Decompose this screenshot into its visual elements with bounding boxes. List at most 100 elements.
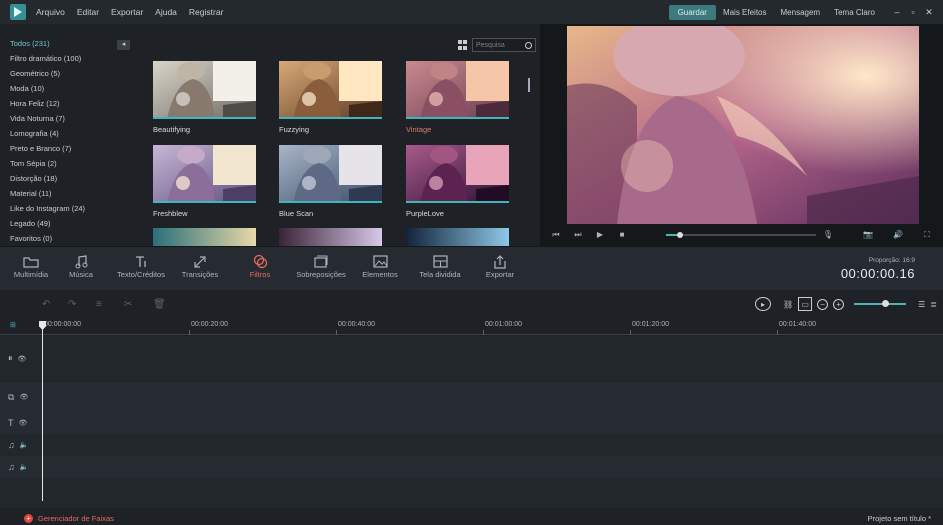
playback-progress[interactable] bbox=[666, 232, 816, 238]
tool-exportar[interactable]: Exportar bbox=[480, 253, 520, 279]
filter-tile-blue-scan[interactable]: Blue Scan bbox=[279, 145, 382, 218]
link-icon[interactable]: ⛓ bbox=[783, 297, 793, 311]
grid-view-icon[interactable] bbox=[458, 40, 468, 50]
progress-knob[interactable] bbox=[677, 232, 683, 238]
app-logo-icon bbox=[10, 4, 26, 20]
filter-label: Beautifying bbox=[153, 125, 191, 134]
menu-ajuda[interactable]: Ajuda bbox=[155, 7, 177, 17]
track-header: ⧉ 👁 bbox=[0, 382, 42, 412]
tool-texto-creditos[interactable]: Texto/Créditos bbox=[110, 253, 172, 279]
mute-icon[interactable]: 🔈 bbox=[20, 463, 29, 471]
save-button[interactable]: Guardar bbox=[668, 4, 716, 20]
video-track[interactable]: ⏸ 👁 bbox=[0, 336, 943, 381]
filter-label: PurpleLove bbox=[406, 209, 444, 218]
close-icon[interactable]: ✕ bbox=[921, 7, 937, 18]
more-effects-link[interactable]: Mais Efeitos bbox=[723, 8, 767, 17]
delete-icon[interactable]: 🗑 bbox=[153, 299, 166, 310]
tool-filtros[interactable]: Filtros bbox=[240, 253, 280, 279]
tool-sobreposicoes[interactable]: Sobreposições bbox=[290, 253, 352, 279]
ruler-lock-icon[interactable]: ⊞ bbox=[10, 321, 16, 329]
audio-track-1[interactable]: ♫ 🔈 bbox=[0, 434, 943, 456]
category-item[interactable]: Preto e Branco (7) bbox=[10, 143, 140, 158]
timecode: 00:00:00.16 bbox=[840, 266, 915, 281]
category-item[interactable]: Geométrico (5) bbox=[10, 68, 140, 83]
menu-editar[interactable]: Editar bbox=[77, 7, 99, 17]
tool-transicoes[interactable]: Transições bbox=[178, 253, 222, 279]
overlay-track[interactable]: ⧉ 👁 bbox=[0, 382, 943, 412]
visibility-icon[interactable]: 👁 bbox=[18, 355, 27, 363]
zoom-in-icon[interactable]: + bbox=[833, 298, 845, 310]
snap-icon[interactable]: ▭ bbox=[798, 297, 813, 311]
category-item[interactable]: Like do Instagram (24) bbox=[10, 203, 140, 218]
tool-elementos[interactable]: Elementos bbox=[358, 253, 402, 279]
filter-tile-freshblew[interactable]: Freshblew bbox=[153, 145, 256, 218]
search-input[interactable]: Pesquisa bbox=[472, 38, 536, 52]
category-item[interactable]: Hora Feliz (12) bbox=[10, 98, 140, 113]
snapshot-icon[interactable]: 📷 bbox=[862, 230, 874, 240]
category-item[interactable]: Tom Sépia (2) bbox=[10, 158, 140, 173]
theme-toggle[interactable]: Tema Claro bbox=[834, 8, 875, 17]
track-body[interactable] bbox=[42, 336, 943, 381]
zoom-out-icon[interactable]: − bbox=[817, 298, 829, 310]
track-body[interactable] bbox=[42, 456, 943, 478]
message-link[interactable]: Mensagem bbox=[781, 8, 821, 17]
zoom-knob[interactable] bbox=[882, 300, 890, 307]
audio-track-2[interactable]: ♫ 🔈 bbox=[0, 456, 943, 478]
undo-icon[interactable]: ↶ bbox=[42, 299, 50, 310]
category-item[interactable]: Vida Noturna (7) bbox=[10, 113, 140, 128]
category-item[interactable]: Legado (49) bbox=[10, 218, 140, 233]
playhead[interactable] bbox=[42, 321, 43, 501]
tool-musica[interactable]: Música bbox=[61, 253, 101, 279]
play-icon[interactable]: ▶ bbox=[594, 230, 606, 240]
filter-tile-vintage[interactable]: Vintage bbox=[406, 61, 509, 134]
maximize-icon[interactable]: ▫ bbox=[905, 7, 921, 18]
mute-icon[interactable]: 🔈 bbox=[20, 441, 29, 449]
tool-label: Sobreposições bbox=[296, 270, 346, 279]
fullscreen-icon[interactable]: ⛶ bbox=[921, 230, 933, 240]
visibility-icon[interactable]: 👁 bbox=[19, 419, 28, 427]
tool-multimidia[interactable]: Multimídia bbox=[10, 253, 52, 279]
collapse-panel-icon[interactable]: ◂ bbox=[117, 40, 130, 50]
volume-icon[interactable]: 🔊 bbox=[892, 230, 904, 240]
category-item[interactable]: Lomografia (4) bbox=[10, 128, 140, 143]
filter-tile-partial[interactable] bbox=[279, 228, 382, 246]
track-body[interactable] bbox=[42, 434, 943, 456]
video-editor-window: Arquivo Editar Exportar Ajuda Registrar … bbox=[0, 0, 943, 525]
menu-arquivo[interactable]: Arquivo bbox=[36, 7, 65, 17]
search-icon[interactable] bbox=[525, 41, 532, 49]
filter-tile-beautifying[interactable]: Beautifying bbox=[153, 61, 256, 134]
filter-tile-purplelove[interactable]: PurpleLove bbox=[406, 145, 509, 218]
category-item[interactable]: Moda (10) bbox=[10, 83, 140, 98]
empty-track-area[interactable] bbox=[0, 478, 943, 508]
step-back-icon[interactable]: ⏭ bbox=[572, 230, 584, 240]
filter-tile-partial[interactable] bbox=[153, 228, 256, 246]
minimize-icon[interactable]: – bbox=[889, 7, 905, 18]
list-view-icon[interactable]: ≣ bbox=[930, 297, 937, 311]
visibility-icon[interactable]: 👁 bbox=[19, 393, 28, 401]
filter-tile-partial[interactable] bbox=[406, 228, 509, 246]
text-track[interactable]: T 👁 bbox=[0, 412, 943, 434]
track-body[interactable] bbox=[42, 412, 943, 434]
cut-icon[interactable]: ✂ bbox=[124, 299, 132, 310]
menu-registrar[interactable]: Registrar bbox=[189, 7, 223, 17]
category-item[interactable]: Material (11) bbox=[10, 188, 140, 203]
list-icon[interactable]: ≡ bbox=[96, 299, 102, 310]
category-item[interactable]: Filtro dramático (100) bbox=[10, 53, 140, 68]
category-item[interactable]: Distorção (18) bbox=[10, 173, 140, 188]
zoom-slider[interactable] bbox=[854, 300, 907, 307]
filter-tile-fuzzying[interactable]: Fuzzying bbox=[279, 61, 382, 134]
skip-back-icon[interactable]: ⏮ bbox=[550, 230, 562, 240]
tool-tela-dividida[interactable]: Tela dividida bbox=[414, 253, 466, 279]
menu-exportar[interactable]: Exportar bbox=[111, 7, 143, 17]
microphone-icon[interactable]: 🎙 bbox=[822, 230, 834, 240]
track-header: ♫ 🔈 bbox=[0, 434, 42, 456]
track-height-icon[interactable]: ☰ bbox=[918, 297, 925, 311]
filter-thumbnail bbox=[279, 61, 382, 119]
grid-scrollbar[interactable] bbox=[528, 78, 530, 92]
track-manager-button[interactable]: + Gerenciador de Faixas bbox=[24, 514, 114, 523]
redo-icon[interactable]: ↷ bbox=[68, 299, 76, 310]
timeline-ruler[interactable]: ⊞ 00:00:00:00 00:00:20:00 00:00:40:00 00… bbox=[0, 319, 943, 335]
track-body[interactable] bbox=[42, 382, 943, 412]
render-icon[interactable]: ▸ bbox=[754, 297, 771, 311]
stop-icon[interactable]: ■ bbox=[616, 230, 628, 240]
